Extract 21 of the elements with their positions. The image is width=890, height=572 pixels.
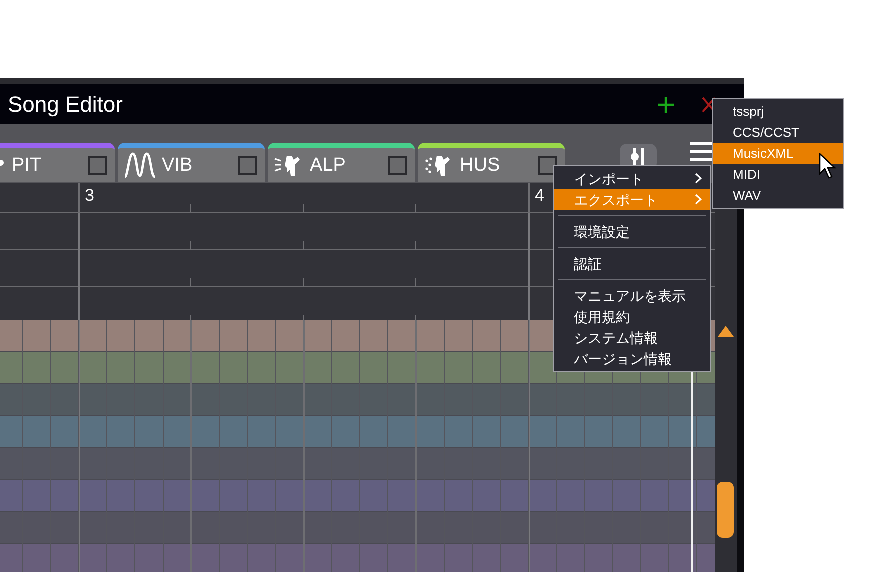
menu-item[interactable]: 使用規約 — [554, 306, 710, 327]
parameter-tab[interactable]: PIT — [0, 143, 115, 182]
menu-item[interactable]: MIDI — [713, 164, 843, 185]
menu-item[interactable]: WAV — [713, 185, 843, 206]
menu-item[interactable]: システム情報 — [554, 327, 710, 348]
parameter-tab[interactable]: ALP — [268, 143, 415, 182]
menu-item[interactable]: マニュアルを表示 — [554, 285, 710, 306]
tab-label: VIB — [162, 156, 193, 174]
tab-label: HUS — [460, 156, 500, 174]
menu-item[interactable]: バージョン情報 — [554, 348, 710, 369]
menu-item[interactable]: 認証 — [554, 253, 710, 274]
tab-label: PIT — [12, 156, 42, 174]
menu-item[interactable]: tssprj — [713, 101, 843, 122]
bar-number: 3 — [85, 187, 94, 204]
menu-item[interactable]: 環境設定 — [554, 221, 710, 242]
window-title: Song Editor — [8, 90, 123, 119]
bar-number: 4 — [535, 187, 544, 204]
menu-item[interactable]: CCS/CCST — [713, 122, 843, 143]
tab-label: ALP — [310, 156, 346, 174]
parameter-tab[interactable]: HUS — [418, 143, 565, 182]
parameter-tab[interactable]: VIB — [118, 143, 265, 182]
